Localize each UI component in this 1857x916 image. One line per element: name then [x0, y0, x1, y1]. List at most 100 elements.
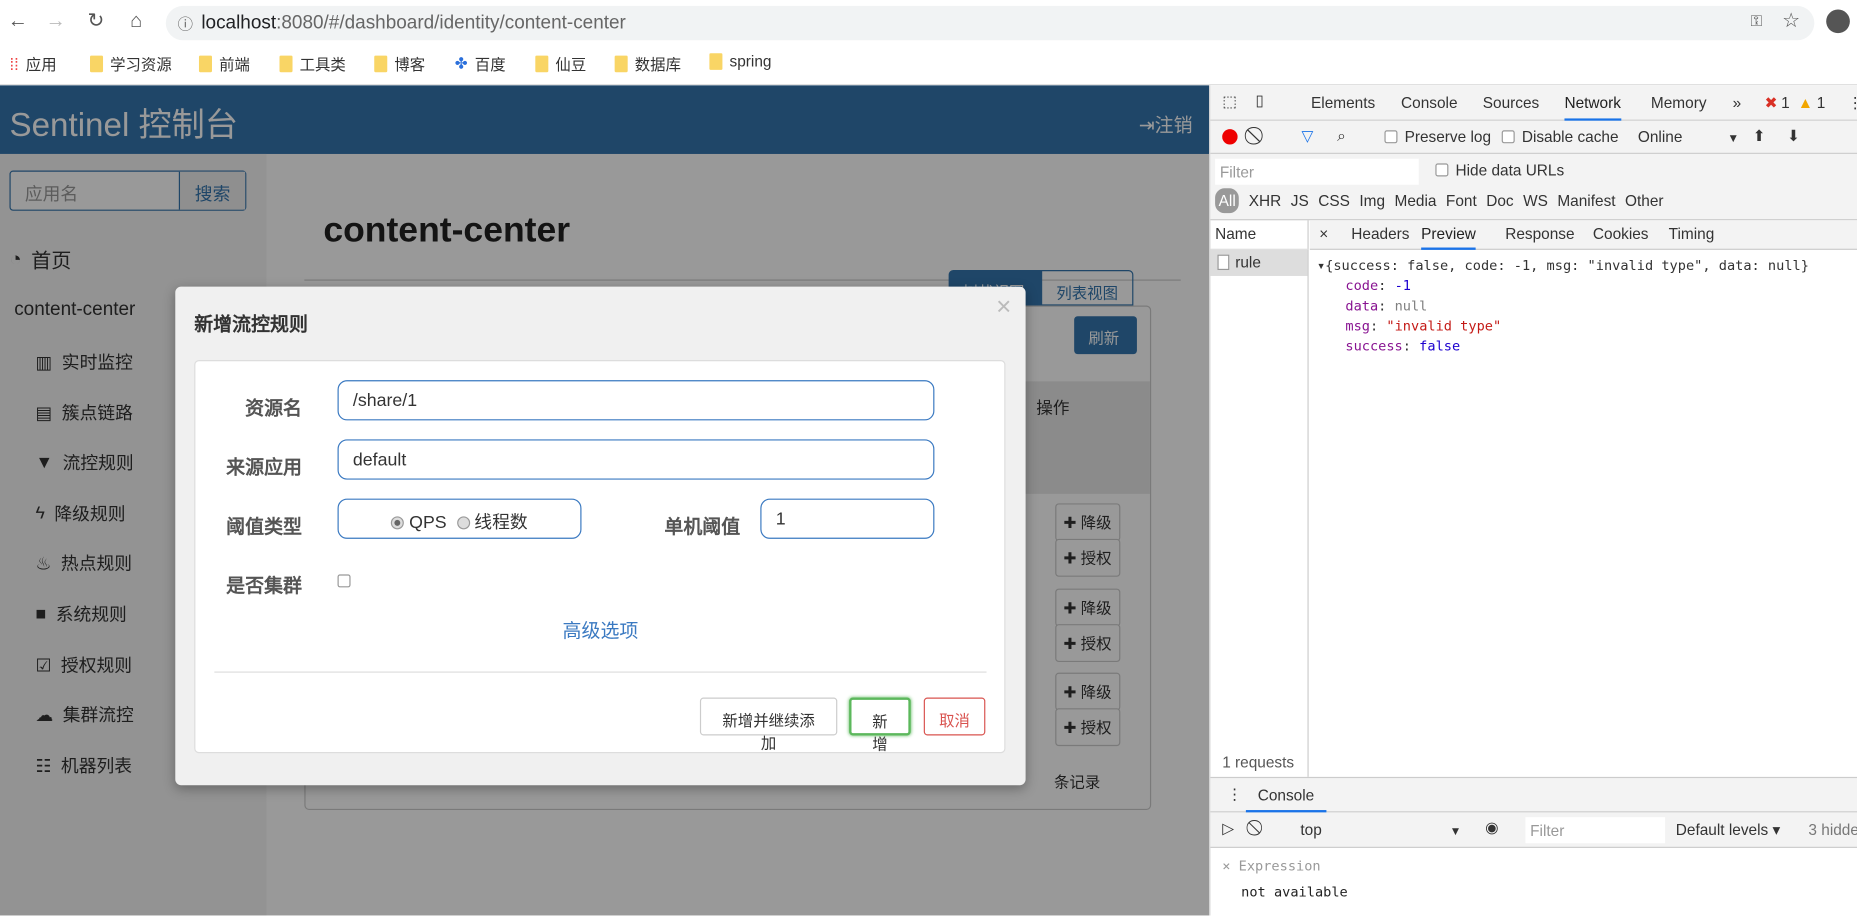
type-filter[interactable]: Other: [1625, 192, 1664, 210]
bookmark-apps[interactable]: ⁞⁞ 应用: [9, 52, 56, 75]
tab-console[interactable]: Console: [1401, 94, 1457, 112]
checkbox-label: Disable cache: [1521, 127, 1619, 146]
bookmark-item[interactable]: 仙豆: [535, 52, 586, 75]
add-button[interactable]: 新增: [849, 697, 911, 753]
threads-radio[interactable]: 线程数: [456, 513, 528, 533]
type-filter[interactable]: Font: [1446, 192, 1477, 210]
tab-elements[interactable]: Elements: [1311, 94, 1375, 112]
baidu-icon: ✤: [454, 53, 468, 72]
bookmark-item[interactable]: 博客: [374, 52, 425, 75]
forward-icon[interactable]: →: [43, 9, 69, 33]
throttle-select[interactable]: Online ▼: [1638, 128, 1739, 146]
name-column-header[interactable]: Name: [1215, 225, 1256, 243]
inspect-icon[interactable]: ⬚: [1222, 92, 1237, 111]
bookmark-item[interactable]: 工具类: [279, 52, 346, 75]
resource-input[interactable]: /share/1: [337, 380, 935, 421]
bookmark-label: 百度: [474, 55, 506, 74]
tab-memory[interactable]: Memory: [1651, 94, 1707, 112]
hidden-count: 3 hidden: [1808, 820, 1857, 839]
request-name: rule: [1235, 253, 1261, 272]
origin-label: 来源应用: [226, 458, 302, 479]
reload-icon[interactable]: ↻: [83, 9, 109, 33]
folder-icon: [614, 55, 628, 72]
drawer-tab-console[interactable]: Console: [1245, 786, 1327, 813]
error-count[interactable]: 1: [1781, 94, 1790, 112]
request-row[interactable]: rule: [1210, 249, 1308, 276]
record-icon[interactable]: [1222, 129, 1238, 145]
add-continue-button[interactable]: 新增并继续添加: [699, 697, 838, 752]
bookmark-item[interactable]: ✤ 百度: [455, 52, 506, 75]
bookmark-item[interactable]: 数据库: [614, 52, 681, 75]
bookmark-item[interactable]: 前端: [198, 52, 250, 75]
back-icon[interactable]: ←: [5, 9, 31, 33]
folder-icon: [90, 55, 104, 72]
cluster-checkbox[interactable]: [337, 572, 358, 590]
device-toolbar-icon[interactable]: ▯: [1255, 91, 1263, 110]
json-key: code: [1345, 277, 1379, 294]
hide-data-urls-checkbox[interactable]: Hide data URLs: [1435, 161, 1564, 179]
expression-label[interactable]: Expression: [1239, 857, 1321, 874]
filter-icon[interactable]: ▽: [1302, 127, 1314, 146]
origin-input[interactable]: default: [337, 439, 935, 480]
console-filter-input[interactable]: Filter: [1525, 817, 1666, 844]
type-filter[interactable]: WS: [1523, 192, 1548, 210]
tab-sources[interactable]: Sources: [1483, 94, 1539, 112]
address-bar[interactable]: ⓘ localhost:8080/#/dashboard/identity/co…: [165, 5, 1815, 41]
json-root[interactable]: ▾{success: false, code: -1, msg: "invali…: [1317, 256, 1856, 276]
cancel-button[interactable]: 取消: [923, 697, 986, 736]
sidebar-toggle-icon[interactable]: ▷: [1222, 820, 1234, 839]
bookmark-label: 应用: [25, 55, 57, 74]
bookmark-label: 工具类: [299, 55, 346, 74]
type-filter[interactable]: Img: [1359, 192, 1385, 210]
close-icon[interactable]: ×: [996, 291, 1011, 322]
star-icon[interactable]: ☆: [1782, 9, 1800, 33]
type-filter[interactable]: CSS: [1318, 192, 1350, 210]
checkbox-label: Hide data URLs: [1455, 161, 1565, 179]
tab-response[interactable]: Response: [1505, 225, 1574, 243]
expand-triangle-icon: ▾: [1316, 256, 1326, 274]
close-detail-icon[interactable]: ×: [1319, 225, 1328, 243]
qps-radio[interactable]: QPS: [391, 513, 447, 533]
bookmark-item[interactable]: spring: [709, 52, 771, 70]
request-list: Name rule 1 requests: [1210, 220, 1309, 777]
folder-icon: [374, 55, 388, 72]
export-har-icon[interactable]: ⬇: [1787, 127, 1800, 146]
network-filter-input[interactable]: Filter: [1215, 158, 1419, 185]
search-icon[interactable]: ⌕: [1337, 127, 1346, 146]
kebab-icon[interactable]: ⋮: [1848, 94, 1857, 113]
bookmark-label: 学习资源: [110, 55, 172, 74]
import-har-icon[interactable]: ⬆: [1753, 127, 1766, 146]
context-select[interactable]: top ▼: [1300, 821, 1461, 839]
tab-timing[interactable]: Timing: [1669, 225, 1715, 243]
disable-cache-checkbox[interactable]: Disable cache: [1501, 127, 1619, 146]
bookmark-item[interactable]: 学习资源: [90, 52, 172, 75]
type-filter[interactable]: Media: [1394, 192, 1436, 210]
expression-value: not available: [1241, 883, 1348, 901]
type-filter[interactable]: JS: [1291, 192, 1309, 210]
radio-icon: [456, 516, 470, 530]
remove-expression-icon[interactable]: ×: [1222, 857, 1230, 874]
tab-cookies[interactable]: Cookies: [1593, 225, 1649, 243]
checkbox-icon: [1435, 163, 1449, 177]
tab-network[interactable]: Network: [1564, 94, 1621, 121]
drawer-menu-icon[interactable]: ⋮: [1227, 785, 1242, 804]
type-filter-all[interactable]: All: [1215, 188, 1240, 214]
type-filter[interactable]: Manifest: [1557, 192, 1615, 210]
drawer-tabbar: ⋮ Console: [1210, 776, 1857, 813]
tab-headers[interactable]: Headers: [1351, 225, 1409, 243]
key-icon[interactable]: ⚿: [1751, 12, 1763, 31]
home-icon[interactable]: ⌂: [123, 9, 149, 33]
more-tabs-icon[interactable]: »: [1733, 94, 1742, 112]
threshold-type-label: 阈值类型: [226, 517, 302, 538]
tab-preview[interactable]: Preview: [1421, 225, 1476, 250]
eye-icon[interactable]: ◉: [1485, 818, 1498, 837]
threshold-input[interactable]: 1: [760, 498, 935, 539]
log-levels-select[interactable]: Default levels ▾: [1676, 821, 1780, 840]
type-filter[interactable]: Doc: [1486, 192, 1513, 210]
preserve-log-checkbox[interactable]: Preserve log: [1384, 128, 1491, 146]
type-filter[interactable]: XHR: [1249, 192, 1282, 210]
warning-count[interactable]: 1: [1817, 94, 1826, 112]
json-summary: {success: false, code: -1, msg: "invalid…: [1325, 256, 1809, 274]
advanced-options-link[interactable]: 高级选项: [563, 615, 639, 643]
profile-icon[interactable]: [1826, 9, 1850, 34]
